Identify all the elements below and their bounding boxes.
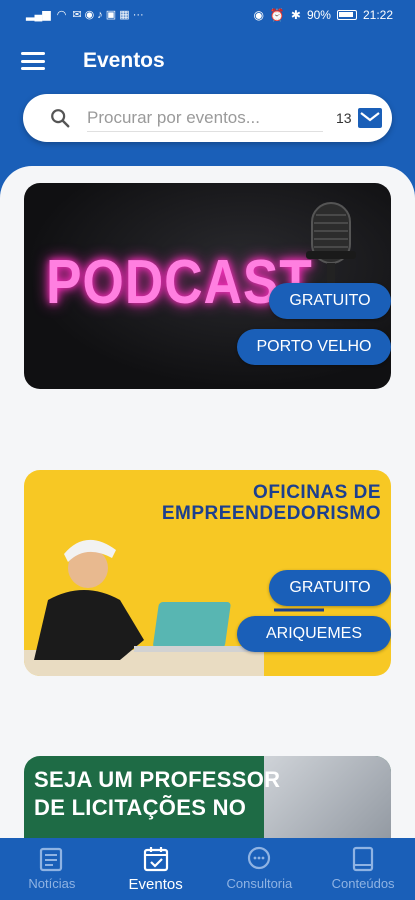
- hamburger-menu-icon[interactable]: [21, 52, 45, 70]
- nav-item-noticias[interactable]: Notícias: [0, 838, 104, 900]
- event-card[interactable]: SEJA UM PROFESSOR DE LICITAÇÕES NO: [24, 756, 391, 838]
- nav-label: Eventos: [128, 876, 183, 893]
- signal-icon: ▂▄▆: [26, 9, 51, 21]
- event-card[interactable]: PODCAST GRATUITO PORTO VELHO: [24, 183, 391, 389]
- event-image-title: OFICINAS DE EMPREENDEDORISMO: [161, 482, 381, 524]
- page-title: Eventos: [83, 49, 165, 72]
- status-icons-right: ◉ ⏰ ✱ 90% 21:22: [253, 8, 393, 22]
- bottom-navigation: Notícias Eventos Consultoria Conteúdos: [0, 838, 415, 900]
- nav-item-conteudos[interactable]: Conteúdos: [311, 838, 415, 900]
- newspaper-icon: [39, 847, 62, 872]
- events-list: PODCAST GRATUITO PORTO VELHO OFICINAS DE…: [0, 166, 415, 838]
- search-icon[interactable]: [49, 107, 71, 129]
- city-tag[interactable]: ARIQUEMES: [237, 616, 391, 652]
- search-bar: 13: [23, 94, 392, 142]
- mail-icon[interactable]: [357, 105, 383, 131]
- nav-label: Conteúdos: [331, 876, 395, 891]
- bluetooth-icon: ✱: [290, 8, 301, 22]
- battery-percent: 90%: [306, 8, 331, 22]
- wifi-icon: ◠: [56, 9, 67, 21]
- event-image-title: SEJA UM PROFESSOR DE LICITAÇÕES NO: [34, 767, 281, 820]
- eye-icon: ◉: [253, 8, 264, 22]
- search-input[interactable]: [87, 104, 323, 132]
- notification-icons: ✉ ◉ ♪ ▣ ▦ ···: [72, 9, 144, 21]
- clock: 21:22: [362, 8, 393, 22]
- chat-bubbles-icon: [248, 846, 271, 870]
- event-card[interactable]: OFICINAS DE EMPREENDEDORISMO GRATUITO AR…: [24, 470, 391, 676]
- keyboard-image: [264, 756, 391, 838]
- calendar-check-icon: [143, 847, 168, 872]
- city-tag[interactable]: PORTO VELHO: [237, 329, 391, 365]
- nav-item-eventos[interactable]: Eventos: [104, 838, 208, 900]
- battery-icon: [336, 10, 357, 20]
- app-bar: Eventos: [0, 32, 415, 92]
- status-icons-left: ▂▄▆ ◠ ✉ ◉ ♪ ▣ ▦ ···: [26, 8, 144, 21]
- status-bar: ▂▄▆ ◠ ✉ ◉ ♪ ▣ ▦ ··· ◉ ⏰ ✱ 90% 21:22: [0, 0, 415, 32]
- price-tag[interactable]: GRATUITO: [269, 283, 391, 319]
- book-icon: [353, 846, 374, 872]
- nav-label: Notícias: [28, 876, 76, 891]
- results-count: 13: [336, 110, 352, 126]
- nav-label: Consultoria: [226, 876, 293, 891]
- nav-item-consultoria[interactable]: Consultoria: [208, 838, 312, 900]
- price-tag[interactable]: GRATUITO: [269, 570, 391, 606]
- alarm-icon: ⏰: [269, 8, 285, 22]
